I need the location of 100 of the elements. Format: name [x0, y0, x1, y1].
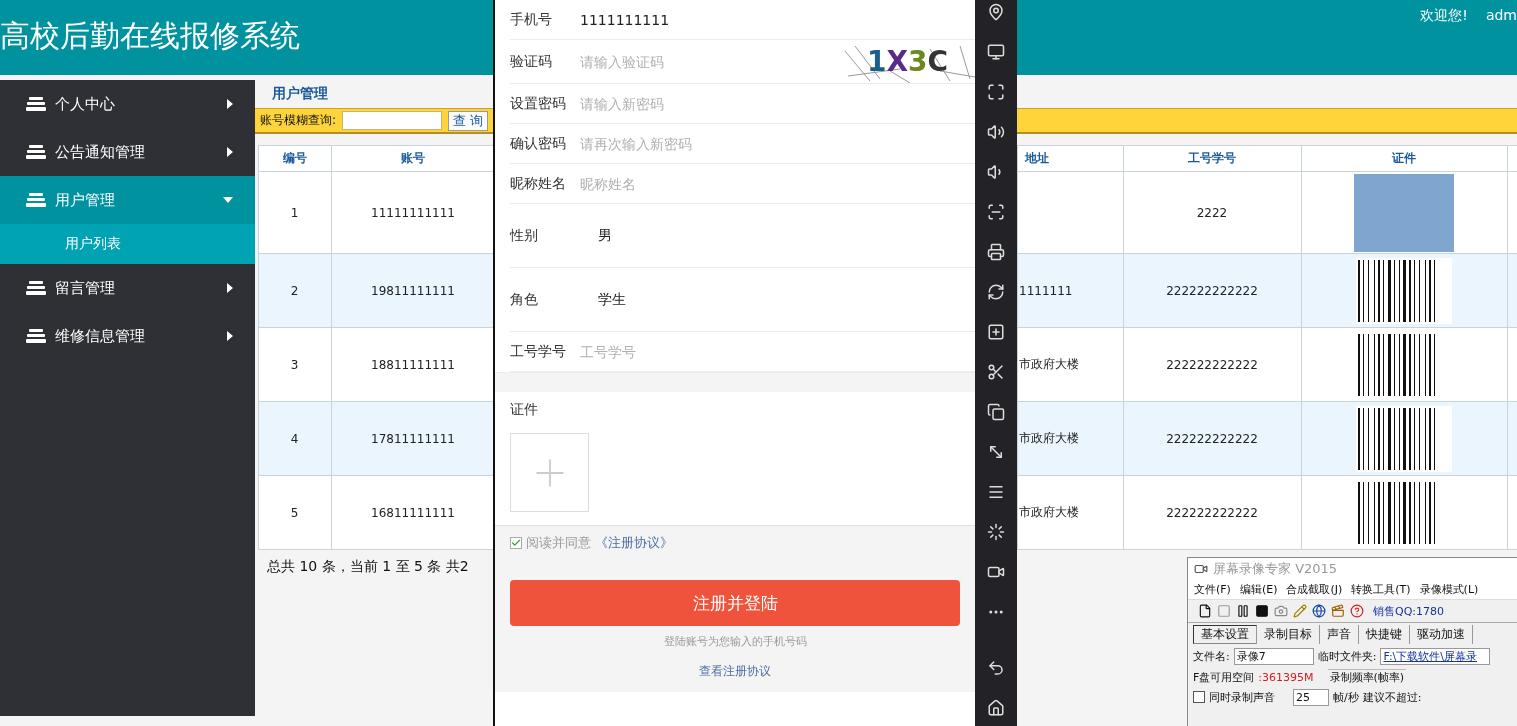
welcome-text: 欢迎您! — [1420, 7, 1468, 25]
screenshot-icon[interactable] — [987, 203, 1005, 221]
hint-text: 登陆账号为您输入的手机号码 — [663, 634, 807, 649]
copy-icon[interactable] — [987, 403, 1005, 421]
filename-field[interactable]: 录像7 — [1233, 647, 1314, 665]
menu-item[interactable]: 文件(F) — [1194, 582, 1231, 597]
printer-icon[interactable] — [987, 243, 1005, 261]
user-name: adm — [1485, 7, 1517, 25]
stack-icon — [26, 193, 46, 207]
table-cell: 222222222222 — [1166, 283, 1258, 298]
sidebar-item[interactable]: 用户管理 — [0, 176, 255, 224]
window-title: 屏幕录像专家 V2015 — [1213, 560, 1338, 578]
column-header: 地址 — [1017, 145, 1124, 172]
folder-field[interactable]: F:\下载软件\屏幕录 — [1380, 647, 1491, 665]
sidebar-item[interactable]: 维修信息管理 — [0, 312, 255, 360]
input-field[interactable]: 昵称姓名 — [580, 175, 975, 192]
new-file-icon[interactable] — [1198, 604, 1212, 618]
column-header: 证件 — [1301, 145, 1508, 172]
table-cell: 5 — [290, 505, 299, 520]
input-field[interactable]: 1111111111 — [580, 11, 975, 28]
fullscreen-icon[interactable] — [987, 83, 1005, 101]
column-header: 编号 — [258, 145, 332, 172]
table-cell: 市政府大楼 — [1019, 505, 1079, 519]
terms-link[interactable]: 查看注册协议 — [699, 663, 771, 680]
stack-icon — [26, 329, 46, 343]
stack-icon — [26, 145, 46, 159]
disk-label: F盘可用空间 — [1193, 669, 1255, 685]
table-cell: 4 — [290, 431, 299, 446]
register-button[interactable]: 注册并登陆 — [510, 580, 960, 626]
table-cell: 2 — [290, 283, 299, 298]
pencil-icon[interactable] — [1293, 604, 1307, 618]
checkbox-label: 同时录制声音 — [1209, 689, 1275, 705]
caret-right-icon — [227, 283, 233, 293]
scissors-icon[interactable] — [987, 363, 1005, 381]
search-label: 账号模糊查询: — [260, 112, 337, 129]
field-label: 角色 — [510, 290, 539, 309]
table-cell: 1111111 — [1019, 283, 1073, 298]
disk-space: :361395M — [1258, 670, 1314, 684]
search-button[interactable]: 查 询 — [448, 110, 489, 131]
pagination-text: 总共 10 条，当前 1 至 5 条 共2 — [267, 558, 469, 576]
monitor-icon[interactable] — [987, 43, 1005, 61]
table-cell: 2222 — [1196, 205, 1228, 220]
resize-icon[interactable] — [987, 443, 1005, 461]
unit-label: 帧/秒 — [1333, 689, 1359, 705]
loader-icon[interactable] — [987, 523, 1005, 541]
field-label: 手机号 — [510, 10, 553, 29]
stop-icon[interactable] — [1255, 604, 1269, 618]
sales-text: 销售QQ:1780 — [1373, 603, 1445, 619]
volume-up-icon[interactable] — [987, 123, 1005, 141]
menu-item[interactable]: 录像模式(L) — [1419, 582, 1479, 597]
clapperboard-icon[interactable] — [1331, 604, 1345, 618]
agreement-link[interactable]: 《注册协议》 — [595, 534, 673, 552]
table-cell: 3 — [290, 357, 299, 372]
audio-checkbox[interactable] — [1193, 691, 1205, 703]
camera-icon — [1194, 562, 1208, 576]
input-field[interactable]: 请输入新密码 — [580, 95, 975, 112]
table-cell: 11111111111 — [371, 205, 455, 220]
group-legend: 录制频率(帧率) — [1327, 669, 1407, 685]
sidebar-item[interactable]: 留言管理 — [0, 264, 255, 312]
help-icon[interactable] — [1350, 604, 1364, 618]
select-field[interactable]: 学生 — [580, 290, 626, 309]
caret-down-icon — [223, 197, 233, 203]
table-cell: 19811111111 — [371, 283, 455, 298]
section-title: 用户管理 — [272, 85, 328, 103]
menu-item[interactable]: 转换工具(T) — [1351, 582, 1411, 597]
table-cell: 1 — [290, 205, 299, 220]
field-label: 文件名: — [1193, 648, 1230, 664]
pause-icon[interactable] — [1236, 604, 1250, 618]
sidebar-item[interactable]: 公告通知管理 — [0, 128, 255, 176]
table-cell: 222222222222 — [1166, 431, 1258, 446]
tab[interactable]: 基本设置 — [1193, 624, 1257, 644]
field-label: 昵称姓名 — [510, 174, 567, 193]
input-field[interactable]: 工号学号 — [580, 343, 975, 360]
advice-label: 建议不超过: — [1362, 689, 1422, 705]
select-field[interactable]: 男 — [580, 226, 612, 245]
globe-icon[interactable] — [1312, 604, 1326, 618]
menu-icon[interactable] — [987, 483, 1005, 501]
add-square-icon[interactable] — [987, 323, 1005, 341]
table-cell: 18811111111 — [371, 357, 455, 372]
upload-label: 证件 — [510, 401, 539, 419]
agree-checkbox[interactable] — [510, 537, 522, 549]
table-cell: 222222222222 — [1166, 357, 1258, 372]
menu-item[interactable]: 合成截取(J) — [1286, 582, 1343, 597]
menu-item[interactable]: 编辑(E) — [1239, 582, 1278, 597]
back-icon[interactable] — [987, 659, 1005, 677]
input-field[interactable]: 请再次输入新密码 — [580, 135, 975, 152]
field-label: 临时文件夹: — [1317, 648, 1377, 664]
home-icon[interactable] — [987, 699, 1005, 717]
input-field[interactable]: 请输入验证码 — [580, 53, 840, 70]
rotate-icon[interactable] — [987, 283, 1005, 301]
sidebar-item[interactable]: 个人中心 — [0, 80, 255, 128]
camera-icon[interactable] — [1274, 604, 1288, 618]
search-field[interactable] — [342, 111, 443, 130]
caret-right-icon — [227, 147, 233, 157]
frame-rate-field[interactable]: 25 — [1293, 688, 1329, 706]
field-label: 性别 — [510, 226, 539, 245]
field-label: 设置密码 — [510, 94, 567, 113]
column-header: 工号学号 — [1123, 145, 1302, 172]
table-cell: 222222222222 — [1166, 505, 1258, 520]
map-pin-icon[interactable] — [987, 3, 1005, 21]
